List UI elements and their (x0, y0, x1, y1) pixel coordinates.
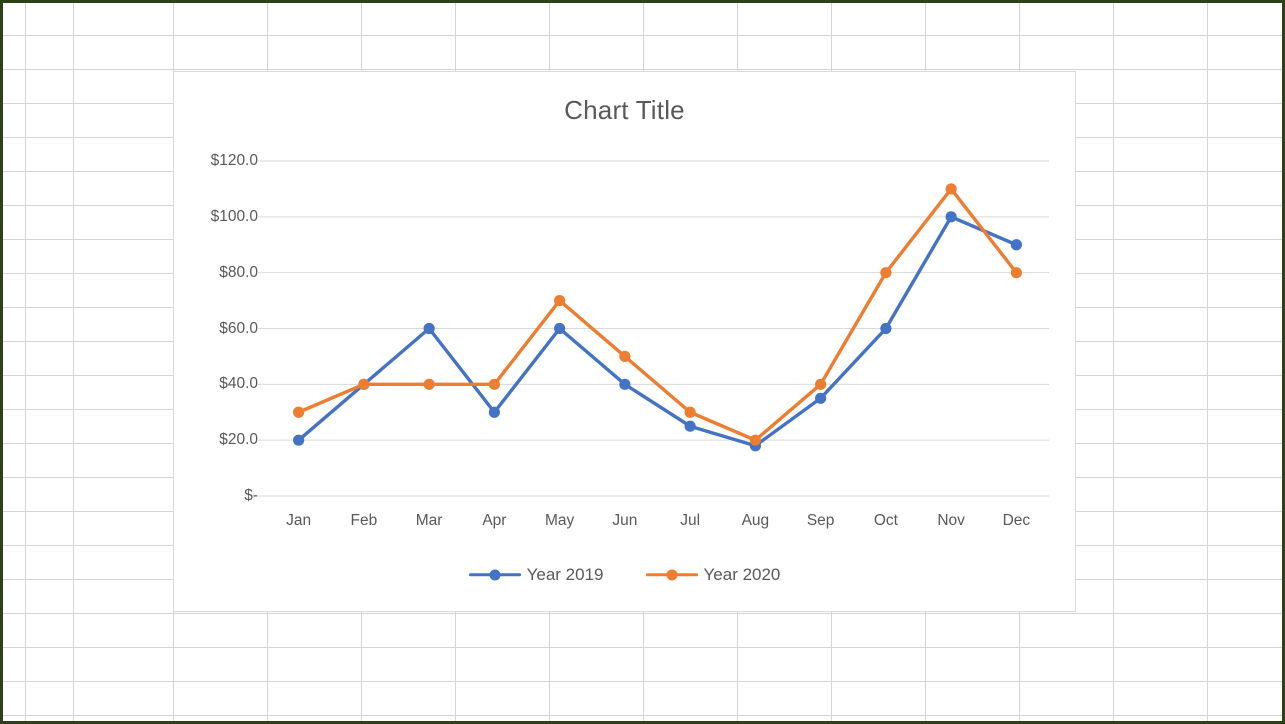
data-point[interactable] (619, 350, 631, 363)
data-point[interactable] (293, 406, 305, 418)
series-line-year-2020[interactable] (296, 187, 1019, 442)
data-point[interactable] (554, 322, 566, 335)
legend-label: Year 2020 (703, 565, 781, 584)
x-axis-tick-label: Apr (482, 512, 507, 529)
data-point[interactable] (815, 378, 827, 390)
plot-area-wrapper: $120.0 $100.0 $80.0 $60.0 $40.0 $20.0 $- Jan Fe… (174, 72, 1077, 613)
data-point[interactable] (423, 322, 435, 335)
grid-row-line (3, 613, 1282, 614)
data-point[interactable] (945, 211, 957, 223)
spreadsheet-window: Chart Title $120.0 $100.0 $80.0 $60.0 $40.0 $… (0, 0, 1285, 724)
chart-panel[interactable]: Chart Title $120.0 $100.0 $80.0 $60.0 $40.0 $… (173, 71, 1076, 612)
data-point[interactable] (1010, 267, 1022, 279)
grid-row-line (3, 715, 1282, 716)
data-point[interactable] (880, 267, 892, 279)
x-axis-tick-label: Mar (415, 512, 443, 529)
x-axis-tick-label: Jan (286, 512, 312, 529)
legend-label: Year 2019 (526, 565, 604, 584)
legend-marker-icon (468, 568, 521, 582)
x-axis-labels: Jan Feb Mar Apr May Jun Jul Aug Sep Oct Nov Dec (174, 512, 1077, 536)
data-point[interactable] (358, 378, 370, 390)
legend-marker-icon (645, 568, 698, 582)
x-axis-tick-label: May (544, 512, 575, 529)
x-axis-tick-label: Feb (350, 512, 378, 529)
data-point[interactable] (749, 434, 761, 446)
legend-item[interactable]: Year 2019 (468, 565, 604, 585)
data-point[interactable] (488, 378, 500, 390)
grid-row-line (3, 681, 1282, 682)
data-point[interactable] (815, 392, 827, 404)
x-axis-tick-label: Sep (806, 512, 835, 529)
data-point[interactable] (1010, 239, 1022, 251)
x-axis-tick-label: Dec (1002, 512, 1031, 529)
data-point[interactable] (554, 294, 566, 307)
data-point[interactable] (684, 406, 696, 418)
grid-row-line (3, 69, 1282, 70)
data-point[interactable] (684, 420, 696, 432)
data-point[interactable] (423, 378, 435, 390)
data-point[interactable] (945, 183, 957, 195)
x-axis-tick-label: Nov (937, 512, 965, 529)
x-axis-tick-label: Jul (680, 512, 701, 529)
grid-row-line (3, 647, 1282, 648)
data-point[interactable] (293, 434, 305, 446)
grid-row-line (3, 35, 1282, 36)
data-point[interactable] (619, 378, 631, 390)
data-point[interactable] (488, 406, 500, 418)
x-axis-tick-label: Jun (612, 512, 638, 529)
x-axis-tick-label: Oct (873, 512, 898, 529)
chart-legend[interactable]: Year 2019 Year 2020 (174, 565, 1075, 585)
series-line-year-2019[interactable] (296, 215, 1019, 448)
data-point[interactable] (880, 322, 892, 335)
legend-item[interactable]: Year 2020 (645, 565, 781, 585)
x-axis-tick-label: Aug (741, 512, 770, 529)
